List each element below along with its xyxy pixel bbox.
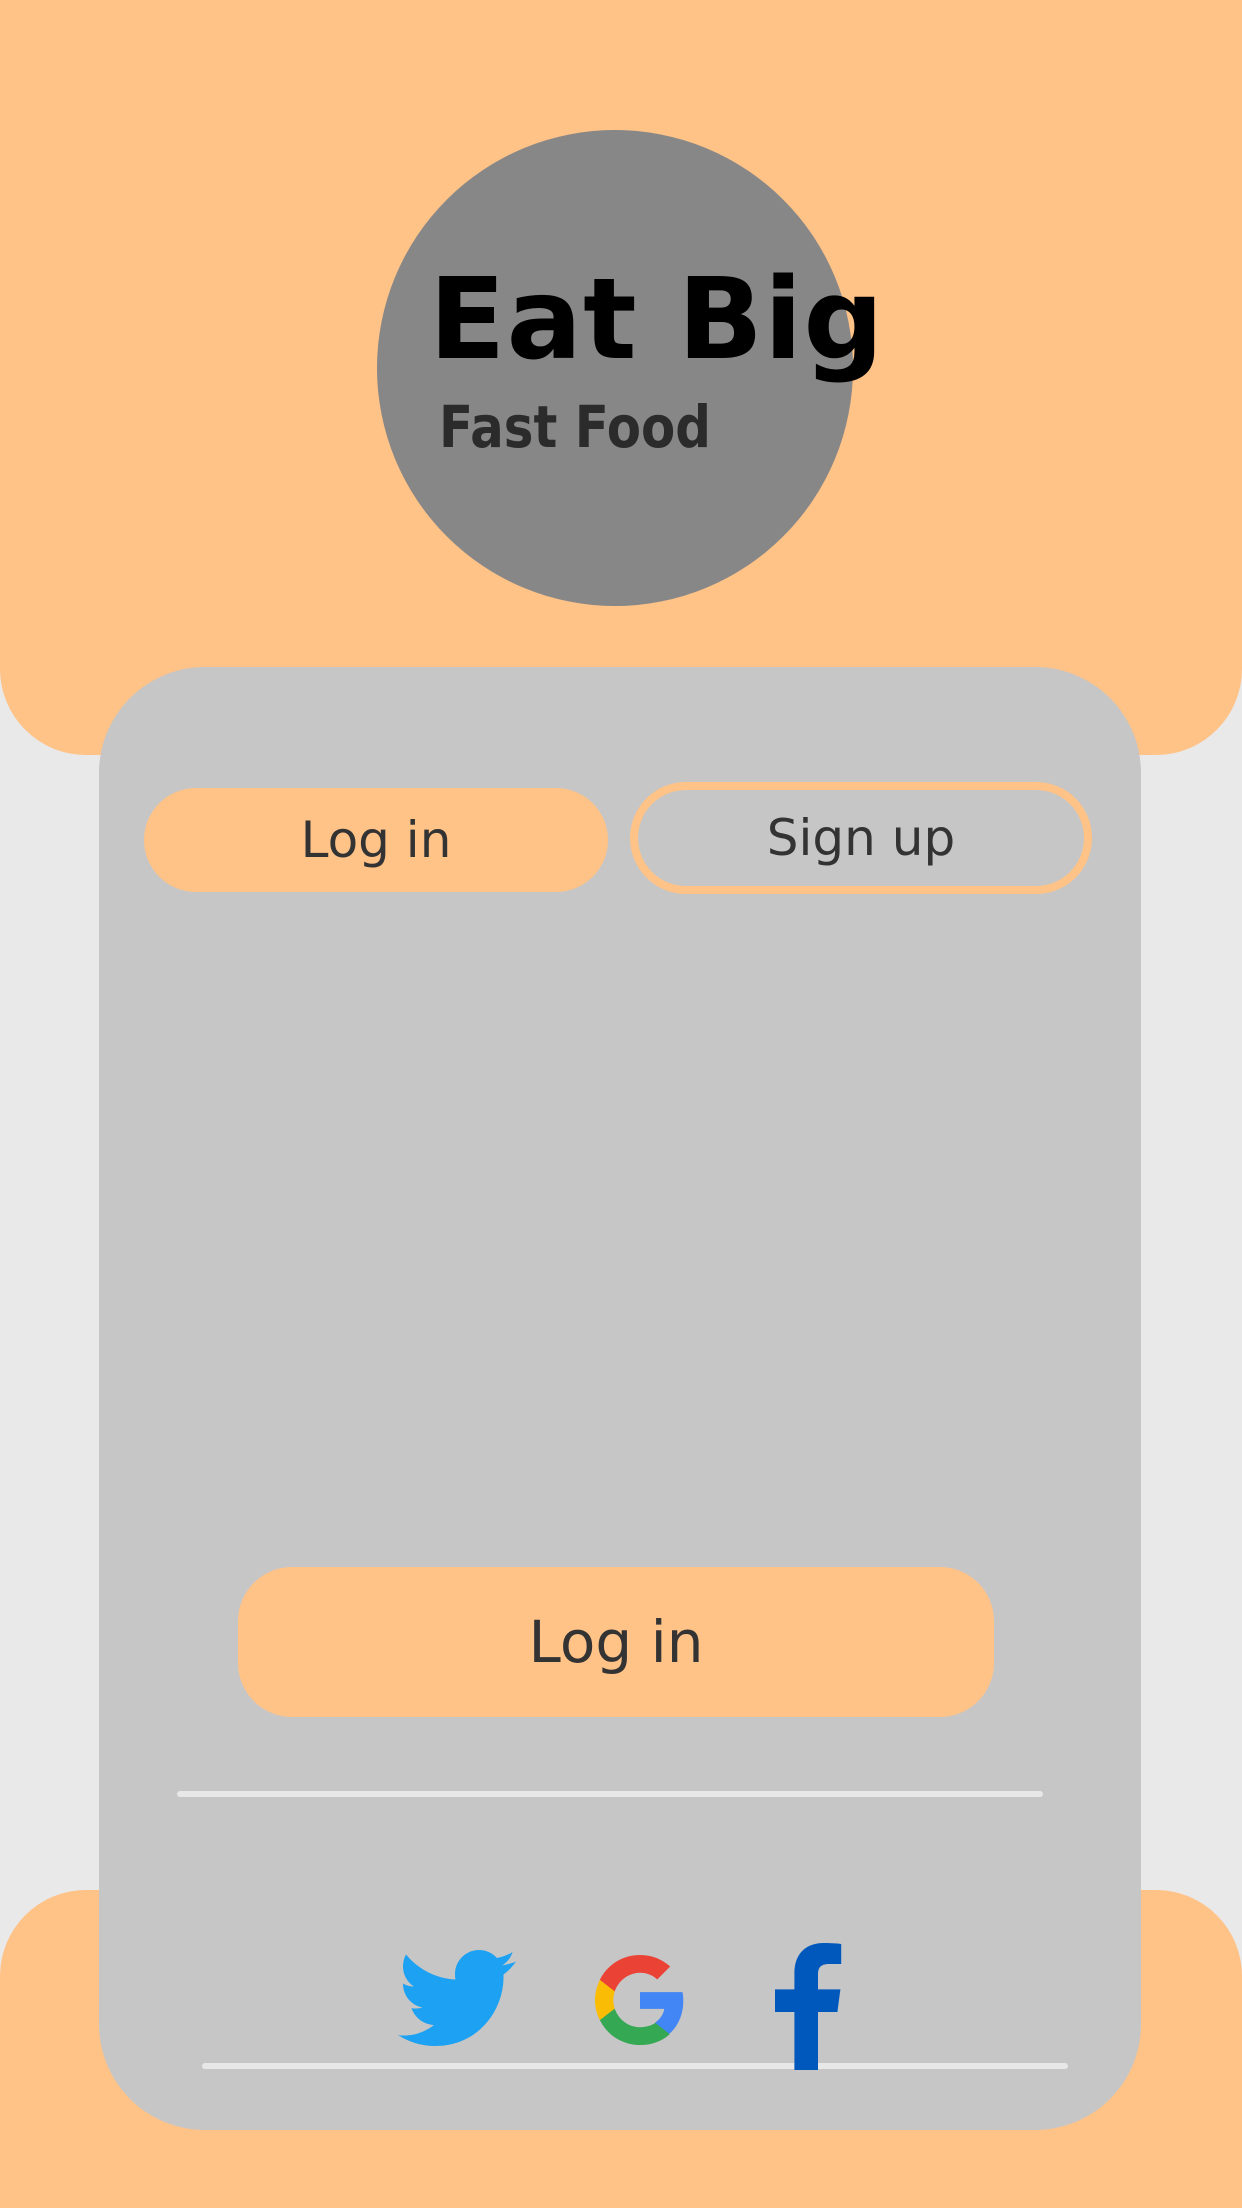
login-card: Log in Sign up Log in bbox=[99, 667, 1141, 2130]
google-icon[interactable] bbox=[593, 1953, 687, 2047]
tab-login[interactable]: Log in bbox=[144, 788, 608, 892]
logo: Eat Big Fast Food bbox=[377, 130, 885, 606]
twitter-icon[interactable] bbox=[397, 1950, 519, 2050]
login-button[interactable]: Log in bbox=[238, 1567, 994, 1717]
logo-subtitle: Fast Food bbox=[439, 393, 712, 461]
logo-title: Eat Big bbox=[429, 255, 885, 385]
tab-signup[interactable]: Sign up bbox=[630, 782, 1092, 894]
facebook-icon[interactable] bbox=[770, 1942, 844, 2070]
username-underline bbox=[177, 1791, 1043, 1797]
password-underline bbox=[202, 2063, 1068, 2069]
